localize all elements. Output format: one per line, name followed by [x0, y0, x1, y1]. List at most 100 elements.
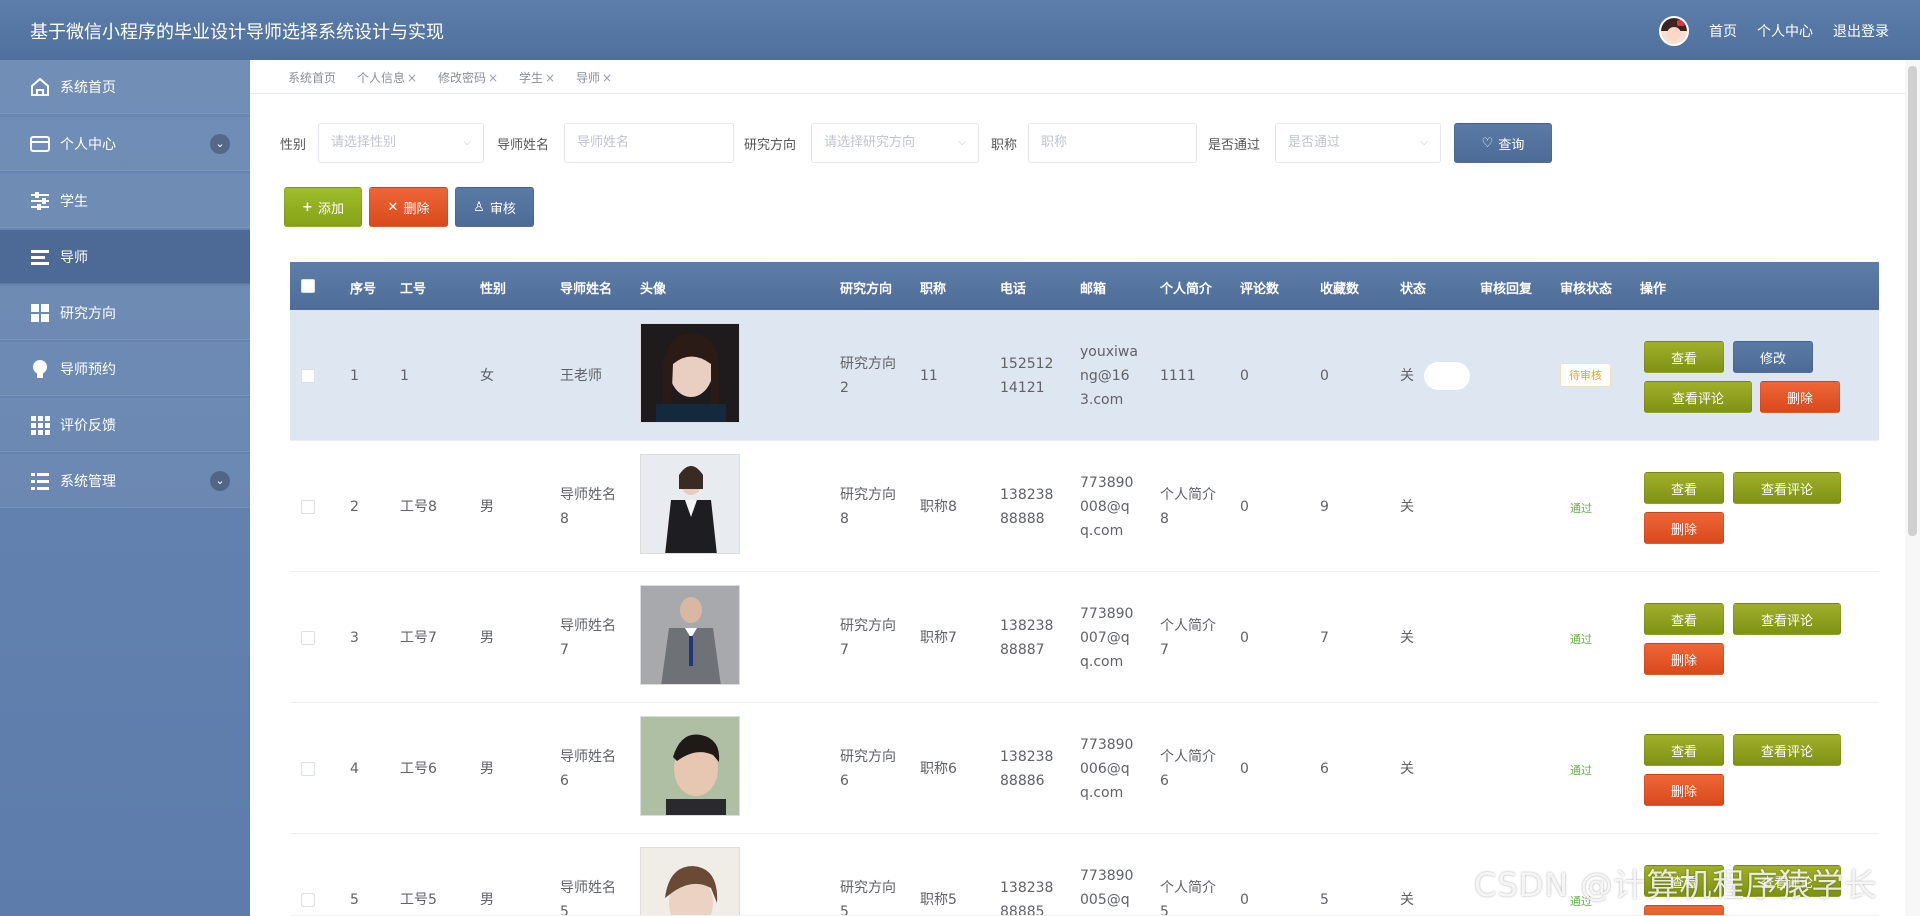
tab-change-password[interactable]: 修改密码 ×: [438, 69, 498, 86]
table-row[interactable]: 2 工号8 男 导师姓名8 研究方向8 职称8 13823888888 7738…: [290, 441, 1879, 572]
sidebar-item-home[interactable]: 系统首页: [0, 60, 250, 114]
cell-title: 职称6: [920, 761, 957, 777]
row-delete-button[interactable]: 删除: [1760, 381, 1840, 413]
chevron-down-icon: ⌵: [463, 137, 471, 148]
cell-gender: 女: [480, 368, 494, 384]
view-button[interactable]: 查看: [1644, 603, 1724, 635]
cell-comments: 0: [1240, 499, 1249, 515]
sidebar: 系统首页 个人中心 ⌄ 学生 导师 研究方向 导师预约 评价反馈 系统管理 ⌄: [0, 60, 250, 916]
cell-email: 773890005@qq.com: [1080, 868, 1134, 908]
cell-email: 773890008@qq.com: [1080, 475, 1134, 539]
row-delete-button[interactable]: 删除: [1644, 643, 1724, 675]
gender-select[interactable]: 请选择性别 ⌵: [318, 123, 484, 163]
passed-select[interactable]: 是否通过 ⌵: [1275, 123, 1441, 163]
col-header: 头像: [640, 282, 667, 297]
close-icon[interactable]: ×: [602, 71, 612, 85]
row-checkbox[interactable]: [301, 631, 315, 645]
direction-filter-label: 研究方向: [744, 138, 797, 153]
cell-gender: 男: [480, 499, 494, 515]
row-delete-button[interactable]: 删除: [1644, 905, 1724, 915]
sidebar-item-system[interactable]: 系统管理 ⌄: [0, 454, 250, 508]
avatar[interactable]: [640, 716, 740, 816]
tab-tutors[interactable]: 导师 ×: [576, 69, 612, 86]
select-all-checkbox[interactable]: [301, 279, 315, 293]
edit-button[interactable]: 修改: [1733, 341, 1813, 373]
cell-phone: 13823888886: [1000, 749, 1054, 789]
cell-favorites: 7: [1320, 630, 1329, 646]
tab-students[interactable]: 学生 ×: [519, 69, 555, 86]
cell-title: 职称8: [920, 499, 957, 515]
cell-employee-no: 1: [400, 368, 409, 384]
sidebar-item-tutors[interactable]: 导师: [0, 230, 250, 284]
row-delete-button[interactable]: 删除: [1644, 512, 1724, 544]
close-icon[interactable]: ×: [488, 71, 498, 85]
view-button[interactable]: 查看: [1644, 472, 1724, 504]
logout-link[interactable]: 退出登录: [1833, 21, 1889, 41]
row-checkbox[interactable]: [301, 762, 315, 776]
status-badge: 通过: [1570, 633, 1592, 646]
table-row[interactable]: 4 工号6 男 导师姓名6 研究方向6 职称6 13823888886 7738…: [290, 703, 1879, 834]
watermark: CSDN @计算机程序猿学长: [1474, 866, 1878, 904]
research-direction-select[interactable]: 请选择研究方向 ⌵: [811, 123, 979, 163]
tab-home[interactable]: 系统首页: [288, 69, 336, 86]
state-toggle[interactable]: [1424, 362, 1470, 390]
sidebar-item-students[interactable]: 学生: [0, 174, 250, 228]
cell-title: 11: [920, 368, 938, 384]
cell-email: youxiwang@163.com: [1080, 344, 1138, 408]
view-button[interactable]: 查看: [1644, 734, 1724, 766]
sidebar-item-profile[interactable]: 个人中心 ⌄: [0, 117, 250, 171]
avatar[interactable]: [640, 454, 740, 554]
cell-state: 关: [1400, 630, 1414, 646]
page-scrollbar[interactable]: [1905, 60, 1920, 916]
col-header: 导师姓名: [560, 282, 613, 297]
status-badge: 待审核: [1560, 363, 1611, 387]
tutor-name-input[interactable]: 导师姓名: [564, 123, 734, 163]
row-checkbox[interactable]: [301, 893, 315, 907]
apps-icon: [28, 413, 52, 437]
profile-link[interactable]: 个人中心: [1757, 21, 1813, 41]
col-header: 电话: [1000, 282, 1027, 297]
view-comments-button[interactable]: 查看评论: [1644, 381, 1752, 413]
chevron-down-icon[interactable]: ⌄: [210, 133, 230, 154]
user-avatar[interactable]: [1659, 16, 1689, 46]
cell-research-direction: 研究方向2: [840, 356, 896, 396]
view-comments-button[interactable]: 查看评论: [1733, 603, 1841, 635]
row-delete-button[interactable]: 删除: [1644, 774, 1724, 806]
add-button[interactable]: + 添加: [284, 187, 362, 227]
cell-title: 职称7: [920, 630, 957, 646]
row-checkbox[interactable]: [301, 500, 315, 514]
cell-comments: 0: [1240, 368, 1249, 384]
row-checkbox[interactable]: [301, 369, 315, 383]
cell-phone: 15251214121: [1000, 356, 1054, 396]
search-button[interactable]: ♡ 查询: [1454, 123, 1552, 163]
cell-research-direction: 研究方向6: [840, 749, 896, 789]
avatar[interactable]: [640, 847, 740, 915]
table-row[interactable]: 1 1 女 王老师 研究方向2 11 15251214121 youxiwang…: [290, 310, 1879, 441]
delete-button[interactable]: ✕ 删除: [369, 187, 448, 227]
col-header: 邮箱: [1080, 282, 1107, 297]
col-header: 收藏数: [1320, 282, 1360, 297]
tab-profile-info[interactable]: 个人信息 ×: [357, 69, 417, 86]
view-comments-button[interactable]: 查看评论: [1733, 734, 1841, 766]
bulb-icon: [28, 357, 52, 381]
chevron-down-icon[interactable]: ⌄: [210, 470, 230, 491]
avatar[interactable]: [640, 585, 740, 685]
home-link[interactable]: 首页: [1709, 21, 1737, 41]
avatar[interactable]: [640, 323, 740, 423]
cell-index: 2: [350, 499, 359, 515]
view-button[interactable]: 查看: [1644, 341, 1724, 373]
sidebar-item-feedback[interactable]: 评价反馈: [0, 398, 250, 452]
review-button[interactable]: ♙ 审核: [455, 187, 534, 227]
sidebar-item-appointment[interactable]: 导师预约: [0, 342, 250, 396]
table-row[interactable]: 3 工号7 男 导师姓名7 研究方向7 职称7 13823888887 7738…: [290, 572, 1879, 703]
title-input[interactable]: 职称: [1028, 123, 1197, 163]
close-icon[interactable]: ×: [407, 71, 417, 85]
cell-tutor-name: 导师姓名8: [560, 487, 616, 527]
view-comments-button[interactable]: 查看评论: [1733, 472, 1841, 504]
sidebar-item-research[interactable]: 研究方向: [0, 286, 250, 340]
close-icon[interactable]: ×: [545, 71, 555, 85]
col-header: 职称: [920, 282, 947, 297]
cell-comments: 0: [1240, 630, 1249, 646]
col-header: 评论数: [1240, 282, 1280, 297]
table-header: 序号 工号 性别 导师姓名 头像 研究方向 职称 电话 邮箱 个人简介 评论数 …: [290, 262, 1879, 310]
